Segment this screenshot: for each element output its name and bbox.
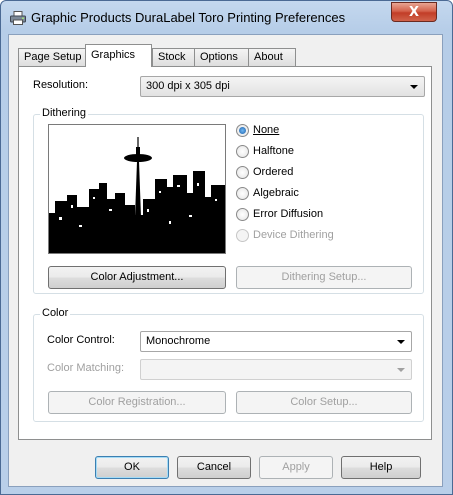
radio-device-dithering-label: Device Dithering: [253, 229, 334, 241]
window-title: Graphic Products DuraLabel Toro Printing…: [31, 10, 346, 25]
tab-options[interactable]: Options: [194, 48, 249, 66]
tab-about[interactable]: About: [248, 48, 296, 66]
tab-page-setup-label: Page Setup: [24, 51, 82, 63]
help-button[interactable]: Help: [341, 456, 421, 479]
color-adjustment-button[interactable]: Color Adjustment...: [48, 266, 226, 289]
color-matching-label: Color Matching:: [47, 362, 125, 374]
printer-icon: [10, 11, 26, 25]
dithering-setup-button[interactable]: Dithering Setup...: [236, 266, 412, 289]
tab-graphics-label: Graphics: [91, 49, 136, 61]
cancel-button[interactable]: Cancel: [177, 456, 251, 479]
color-registration-button[interactable]: Color Registration...: [48, 391, 226, 414]
radio-none-label: None: [253, 124, 279, 136]
tab-stock[interactable]: Stock: [152, 48, 195, 66]
skyline-image: [49, 125, 225, 253]
radio-halftone-label: Halftone: [253, 145, 294, 157]
chevron-down-icon: [410, 85, 418, 89]
chevron-down-icon: [397, 368, 405, 372]
radio-ordered[interactable]: [236, 166, 249, 179]
ok-button[interactable]: OK: [95, 456, 169, 479]
radio-algebraic[interactable]: [236, 187, 249, 200]
radio-none[interactable]: [236, 124, 249, 137]
color-control-label: Color Control:: [47, 334, 115, 346]
radio-algebraic-label: Algebraic: [253, 187, 299, 199]
dithering-preview-image: [48, 124, 226, 254]
radio-none-mnemonic: None: [253, 124, 280, 136]
radio-error-diffusion[interactable]: [236, 208, 249, 221]
tab-options-label: Options: [200, 51, 238, 63]
resolution-value: 300 dpi x 305 dpi: [146, 80, 230, 92]
color-control-select[interactable]: Monochrome: [140, 331, 412, 352]
color-group-title: Color: [40, 307, 71, 319]
color-control-value: Monochrome: [146, 335, 211, 347]
tab-stock-label: Stock: [158, 51, 186, 63]
color-matching-select[interactable]: [140, 359, 412, 380]
resolution-select[interactable]: 300 dpi x 305 dpi: [140, 76, 425, 97]
radio-device-dithering[interactable]: [236, 229, 249, 242]
color-setup-button[interactable]: Color Setup...: [236, 391, 412, 414]
radio-error-diffusion-label: Error Diffusion: [253, 208, 324, 220]
tab-about-label: About: [254, 51, 283, 63]
radio-halftone[interactable]: [236, 145, 249, 158]
title-bar[interactable]: Graphic Products DuraLabel Toro Printing…: [1, 1, 452, 35]
tab-page-setup[interactable]: Page Setup: [18, 48, 86, 66]
close-button[interactable]: X: [391, 2, 437, 22]
dithering-group-title: Dithering: [40, 107, 89, 119]
apply-button[interactable]: Apply: [259, 456, 333, 479]
resolution-label: Resolution:: [33, 79, 89, 91]
chevron-down-icon: [397, 340, 405, 344]
tab-graphics[interactable]: Graphics: [85, 44, 152, 67]
radio-ordered-label: Ordered: [253, 166, 294, 178]
close-icon: X: [408, 4, 420, 20]
